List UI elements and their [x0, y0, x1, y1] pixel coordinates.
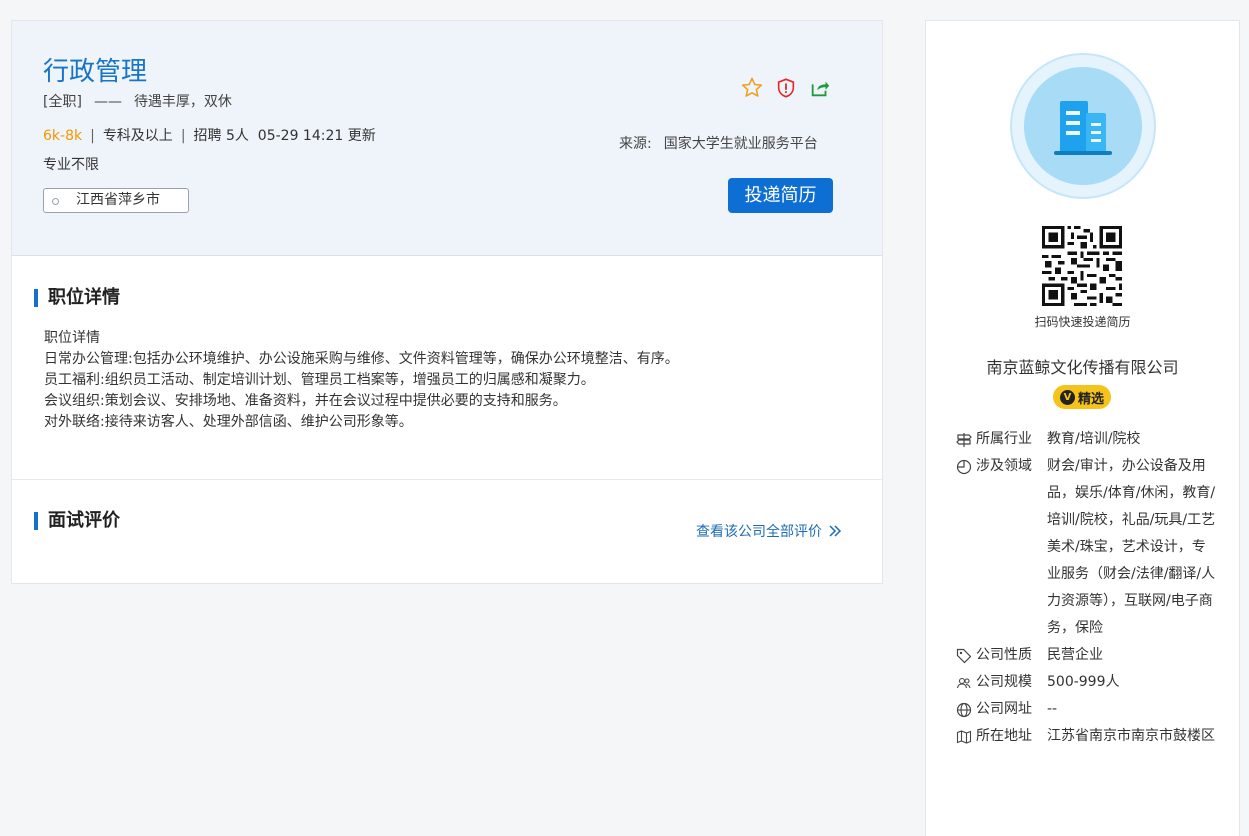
share-icon[interactable] [808, 76, 832, 100]
job-subtitle: [全职] —— 待遇丰厚，双休 [43, 91, 232, 111]
info-row-website: 公司网址 -- [956, 696, 1216, 723]
v-badge-icon: V [1059, 389, 1075, 405]
globe-icon [956, 696, 976, 723]
info-label: 公司性质 [976, 647, 1032, 663]
job-source: 来源: 国家大学生就业服务平台 [619, 133, 818, 153]
detail-line: 员工福利:组织员工活动、制定培训计划、管理员工档案等，增强员工的归属感和凝聚力。 [44, 372, 595, 388]
recruit-count: 招聘 5人 [193, 128, 249, 144]
info-row-nature: 公司性质 民营企业 [956, 642, 1216, 669]
info-label: 所属行业 [976, 431, 1032, 447]
update-time: 05-29 14:21 更新 [257, 128, 376, 144]
job-benefit: 待遇丰厚，双休 [133, 94, 232, 110]
info-row-size: 公司规模 500-999人 [956, 669, 1216, 696]
star-icon[interactable] [740, 76, 764, 100]
signpost-icon [956, 426, 976, 453]
job-title: 行政管理 [43, 57, 148, 87]
job-header: 行政管理 [全职] —— 待遇丰厚，双休 6k-8k | 专科及以上 | 招聘 5人 05-… [12, 21, 882, 256]
job-type: [全职] [43, 94, 82, 110]
qr-caption: 扫码快速投递简历 [1034, 315, 1131, 329]
info-row-industry: 所属行业 教育/培训/院校 [956, 426, 1216, 453]
shield-alert-icon[interactable] [774, 76, 798, 100]
info-row-fields: 涉及领域 财会/审计，办公设备及用品，娱乐/体育/休闲，教育/培训/院校，礼品/… [956, 453, 1216, 642]
separator: | [180, 128, 186, 144]
people-icon [956, 669, 976, 696]
map-icon [956, 723, 976, 750]
separator: | [90, 128, 95, 144]
info-label: 公司网址 [976, 701, 1032, 717]
info-row-address: 所在地址 江苏省南京市南京市鼓楼区 [956, 723, 1216, 750]
detail-line: 对外联络:接待来访客人、处理外部信函、维护公司形象等。 [44, 414, 413, 430]
major-requirement: 专业不限 [43, 157, 99, 173]
dash: —— [93, 94, 122, 110]
view-all-reviews-label: 查看该公司全部评价 [696, 524, 822, 540]
pie-chart-icon [956, 453, 976, 480]
info-value: -- [1047, 701, 1058, 717]
info-value: 江苏省南京市南京市鼓楼区 [1047, 728, 1215, 744]
company-name[interactable]: 南京蓝鲸文化传播有限公司 [926, 354, 1239, 378]
info-label: 所在地址 [976, 728, 1032, 744]
qr-code [1042, 226, 1122, 306]
company-sidebar: 扫码快速投递简历 南京蓝鲸文化传播有限公司 V 精选 所属行业 教育/培训/院校 … [925, 20, 1240, 836]
company-info: 所属行业 教育/培训/院校 涉及领域 财会/审计，办公设备及用品，娱乐/体育/休… [956, 426, 1216, 750]
info-value: 民营企业 [1047, 647, 1103, 663]
company-logo [1010, 53, 1156, 199]
job-meta: 6k-8k | 专科及以上 | 招聘 5人 05-29 14:21 更新 [43, 125, 376, 145]
location-tag[interactable]: 江西省萍乡市 [43, 188, 189, 213]
apply-resume-button[interactable]: 投递简历 [728, 178, 833, 213]
info-label: 涉及领域 [976, 458, 1032, 474]
info-label: 公司规模 [976, 674, 1032, 690]
double-chevron-right-icon [829, 525, 842, 537]
source-value: 国家大学生就业服务平台 [663, 136, 818, 152]
job-detail-body: 职位详情 日常办公管理:包括办公环境维护、办公设施采购与维修、文件资料管理等，确… [44, 328, 844, 433]
detail-line: 职位详情 [44, 330, 100, 346]
detail-line: 会议组织:策划会议、安排场地、准备资料，并在会议过程中提供必要的支持和服务。 [44, 393, 567, 409]
interview-review-heading: 面试评价 [34, 512, 120, 530]
education: 专科及以上 [102, 128, 173, 144]
job-detail-heading: 职位详情 [34, 289, 120, 307]
info-value: 500-999人 [1047, 674, 1120, 690]
badge-label: 精选 [1077, 391, 1104, 407]
salary: 6k-8k [43, 128, 83, 144]
tag-icon [956, 642, 976, 669]
job-panel: 行政管理 [全职] —— 待遇丰厚，双休 6k-8k | 专科及以上 | 招聘 5人 05-… [11, 20, 883, 584]
detail-line: 日常办公管理:包括办公环境维护、办公设施采购与维修、文件资料管理等，确保办公环境… [44, 351, 679, 367]
action-icons [740, 76, 832, 100]
view-all-reviews-link[interactable]: 查看该公司全部评价 [696, 521, 842, 541]
building-icon [1024, 67, 1142, 185]
featured-badge: V 精选 [1053, 385, 1111, 409]
info-value: 财会/审计，办公设备及用品，娱乐/体育/休闲，教育/培训/院校，礼品/玩具/工艺… [1047, 458, 1216, 636]
info-value: 教育/培训/院校 [1047, 431, 1141, 447]
divider [12, 479, 882, 480]
source-label: 来源: [619, 136, 652, 152]
